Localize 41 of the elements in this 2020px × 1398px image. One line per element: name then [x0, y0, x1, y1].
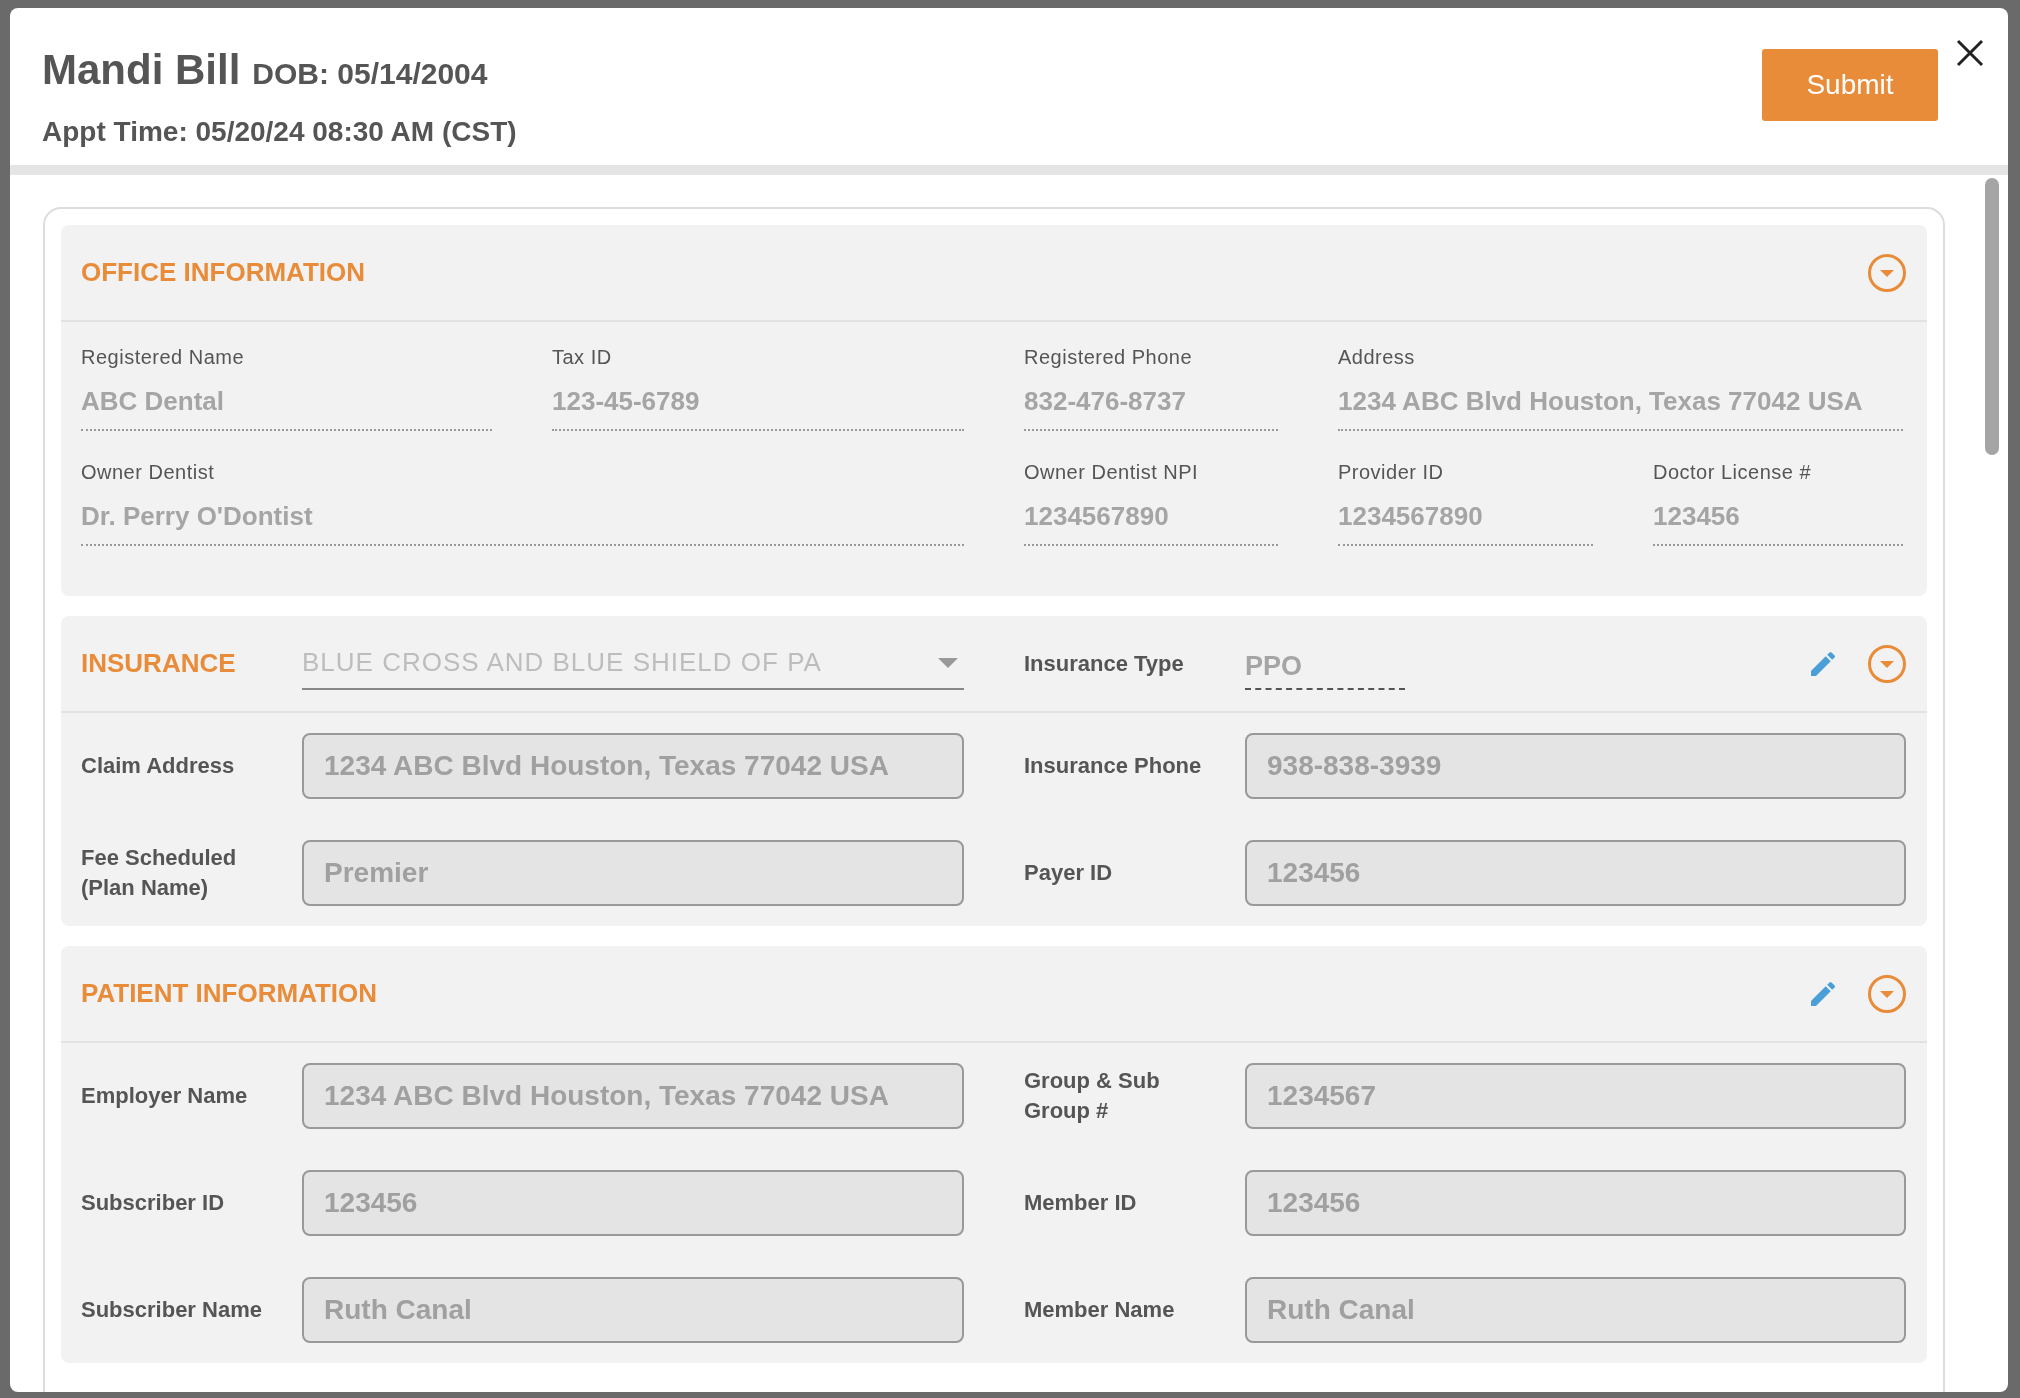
field-label: Owner Dentist — [81, 460, 216, 485]
field-value: Dr. Perry O'Dontist — [81, 497, 964, 546]
field-label: Claim Address — [81, 752, 236, 780]
patient-name: Mandi Bill — [42, 45, 241, 95]
field-label: Subscriber ID — [81, 1189, 226, 1217]
field-label: Registered Name — [81, 345, 246, 370]
field-label: Registered Phone — [1024, 345, 1194, 370]
field-label: Fee Scheduled (Plan Name) — [81, 844, 238, 902]
field-value: 123456 — [1653, 497, 1903, 546]
field-label: Provider ID — [1338, 460, 1445, 485]
field-label: Address — [1338, 345, 1416, 370]
field-label: Group & Sub Group # — [1024, 1067, 1161, 1125]
field-label: Doctor License # — [1653, 460, 1813, 485]
section-title: PATIENT INFORMATION — [81, 977, 378, 1010]
field-value: ABC Dental — [81, 382, 492, 431]
close-icon[interactable] — [1955, 38, 1985, 68]
field-label: Employer Name — [81, 1082, 249, 1110]
scrollbar-thumb[interactable] — [1985, 178, 1999, 455]
field-label: Member ID — [1024, 1189, 1138, 1217]
field-label: Payer ID — [1024, 859, 1114, 887]
expand-chevron-icon[interactable] — [1867, 643, 1907, 684]
date-of-birth: DOB: 05/14/2004 — [252, 56, 488, 92]
field-label: Subscriber Name — [81, 1296, 263, 1324]
field-label: Insurance Phone — [1024, 752, 1203, 780]
field-label: Insurance Type — [1024, 650, 1185, 678]
field-label: Member Name — [1024, 1296, 1176, 1324]
appointment-time: Appt Time: 05/20/24 08:30 AM (CST) — [42, 115, 517, 149]
section-title: OFFICE INFORMATION — [81, 256, 366, 289]
field-value: 832-476-8737 — [1024, 382, 1278, 431]
dropdown-caret-icon — [938, 657, 958, 668]
field-value: 1234567890 — [1338, 497, 1593, 546]
submit-button[interactable]: Submit — [1762, 49, 1938, 121]
expand-chevron-icon[interactable] — [1867, 252, 1907, 293]
field-value: 1234567890 — [1024, 497, 1278, 546]
field-value: 123-45-6789 — [552, 382, 964, 431]
field-value: 1234 ABC Blvd Houston, Texas 77042 USA — [1338, 382, 1903, 431]
insurance-type-value: PPO — [1245, 637, 1405, 690]
field-label: Owner Dentist NPI — [1024, 460, 1200, 485]
section-title: INSURANCE — [81, 647, 237, 680]
expand-chevron-icon[interactable] — [1867, 973, 1907, 1014]
field-label: Tax ID — [552, 345, 613, 370]
